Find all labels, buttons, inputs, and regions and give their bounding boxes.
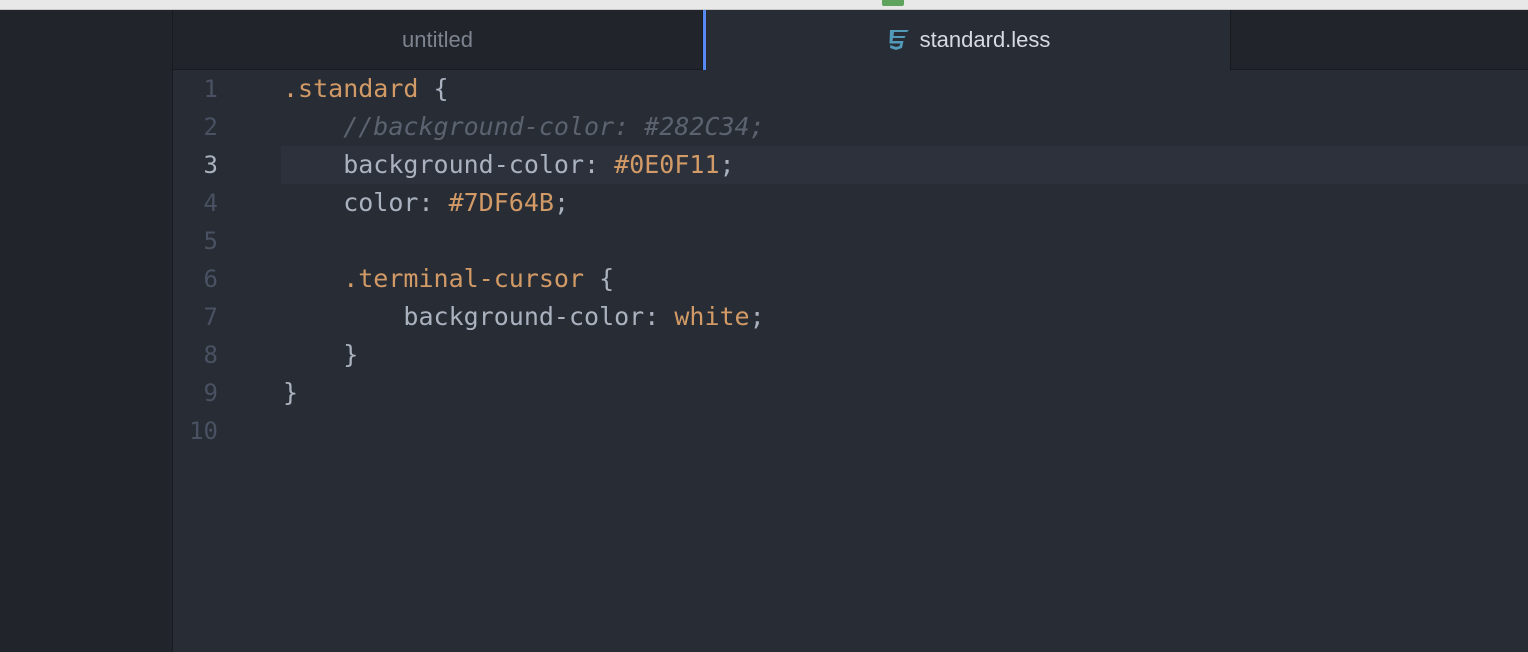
code-token: .terminal-cursor — [283, 264, 585, 293]
code-text: background-color: #0E0F11; — [281, 146, 1528, 184]
code-text: .terminal-cursor { — [281, 260, 1528, 298]
code-line[interactable]: 1 .standard { — [173, 70, 1528, 108]
tab-untitled[interactable]: untitled — [173, 10, 703, 69]
tab-standard-less[interactable]: standard.less — [703, 10, 1231, 70]
line-number: 4 — [203, 189, 218, 217]
code-line[interactable]: 7 background-color: white; — [173, 298, 1528, 336]
code-token: white — [674, 302, 750, 331]
line-number: 10 — [189, 417, 218, 445]
code-token: ; — [553, 188, 569, 217]
code-token: #0E0F11 — [614, 150, 720, 179]
code-line[interactable]: 3 background-color: #0E0F11; — [173, 146, 1528, 184]
code-line[interactable]: 4 color: #7DF64B; — [173, 184, 1528, 222]
line-number: 5 — [203, 227, 218, 255]
code-line[interactable]: 9} — [173, 374, 1528, 412]
line-number: 2 — [203, 113, 218, 141]
code-text: } — [281, 374, 1528, 412]
code-line[interactable]: 2 //background-color: #282C34; — [173, 108, 1528, 146]
code-line[interactable]: 6 .terminal-cursor { — [173, 260, 1528, 298]
code-line[interactable]: 5 — [173, 222, 1528, 260]
code-token: ; — [749, 302, 765, 331]
tab-label: standard.less — [919, 27, 1051, 52]
window-titlebar — [0, 0, 1528, 10]
line-number: 9 — [203, 379, 218, 407]
code-text: .standard { — [281, 70, 1528, 108]
line-number: 3 — [203, 151, 218, 179]
code-token: } — [283, 340, 359, 369]
code-editor[interactable]: 1 .standard {2 //background-color: #282C3… — [173, 70, 1528, 652]
code-text: color: #7DF64B; — [281, 184, 1528, 222]
code-token: .standard — [283, 74, 419, 103]
code-text: background-color: white; — [281, 298, 1528, 336]
code-text: } — [281, 336, 1528, 374]
sidebar — [0, 10, 173, 652]
code-token: { — [418, 74, 449, 103]
code-token: } — [283, 378, 299, 407]
line-number: 6 — [203, 265, 218, 293]
code-line[interactable]: 8 } — [173, 336, 1528, 374]
code-token: ; — [719, 150, 735, 179]
css3-icon — [889, 30, 909, 50]
code-token: { — [584, 264, 615, 293]
line-number: 8 — [203, 341, 218, 369]
code-token: background-color: — [283, 150, 615, 179]
code-token: background-color: — [283, 302, 675, 331]
code-text: //background-color: #282C34; — [281, 108, 1528, 146]
code-line[interactable]: 10 — [173, 412, 1528, 450]
file-icon — [882, 0, 904, 6]
code-token: #7DF64B — [448, 188, 554, 217]
code-token: //background-color: #282C34; — [283, 112, 765, 141]
tab-label: untitled — [402, 26, 473, 52]
line-number: 7 — [203, 303, 218, 331]
code-token: color: — [283, 188, 449, 217]
line-number: 1 — [203, 75, 218, 103]
tab-bar: untitled standard.less — [173, 10, 1528, 70]
